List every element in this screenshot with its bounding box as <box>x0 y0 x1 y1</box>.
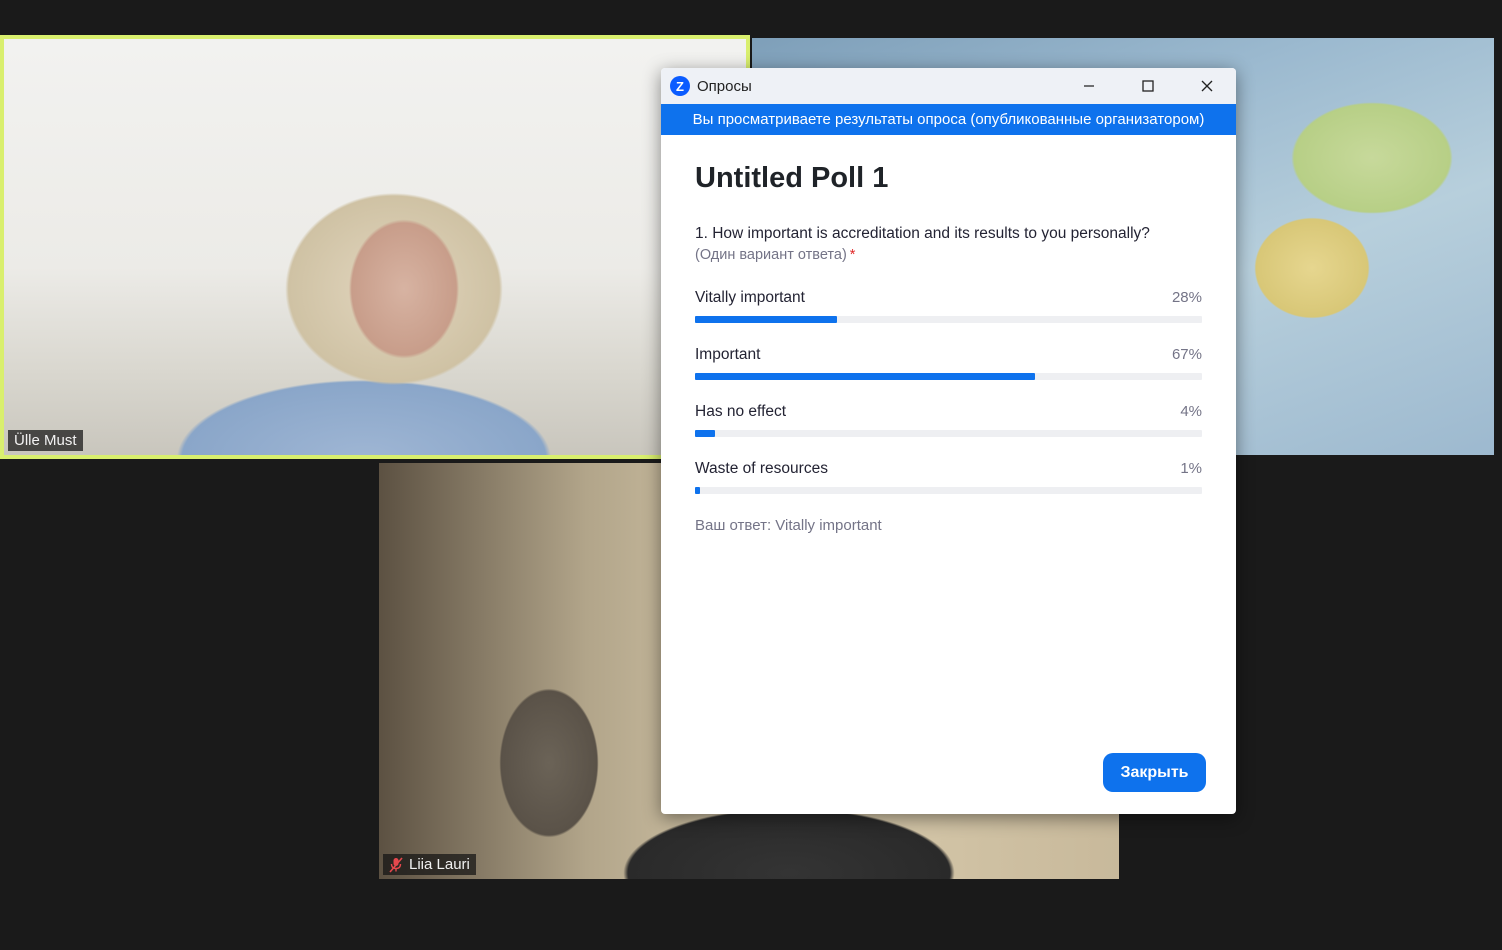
close-poll-button[interactable]: Закрыть <box>1103 753 1206 792</box>
option-label: Has no effect <box>695 403 787 420</box>
result-bar-fill <box>695 316 837 323</box>
result-bar-track <box>695 316 1202 323</box>
option-percent: 67% <box>1171 346 1202 363</box>
poll-content: Untitled Poll 1 1. How important is accr… <box>661 162 1236 534</box>
option-label: Important <box>695 346 761 363</box>
participant-name: Ülle Must <box>14 432 77 449</box>
mic-muted-icon <box>389 856 403 873</box>
close-window-button[interactable] <box>1177 68 1236 104</box>
option-label: Vitally important <box>695 289 805 306</box>
required-mark: * <box>849 247 856 263</box>
answer-type-text: (Один вариант ответа) <box>695 247 847 263</box>
minimize-icon <box>1083 85 1094 87</box>
participant-name-tag: Liia Lauri <box>383 854 476 875</box>
your-answer: Ваш ответ: Vitally important <box>695 517 882 534</box>
results-banner: Вы просматриваете результаты опроса (опу… <box>661 104 1236 135</box>
result-bar-track <box>695 487 1202 494</box>
poll-option: Has no effect 4% <box>695 403 1202 437</box>
result-bar-fill <box>695 373 1035 380</box>
poll-option: Vitally important 28% <box>695 289 1202 323</box>
poll-options: Vitally important 28% Important 67% Has … <box>695 289 1202 494</box>
option-percent: 28% <box>1171 289 1202 306</box>
poll-window: Z Опросы Вы просматриваете результаты оп… <box>661 68 1236 814</box>
window-titlebar[interactable]: Z Опросы <box>661 68 1236 104</box>
option-label: Waste of resources <box>695 460 828 477</box>
poll-question: 1. How important is accreditation and it… <box>695 225 1150 242</box>
result-bar-fill <box>695 487 701 494</box>
poll-option: Important 67% <box>695 346 1202 380</box>
result-bar-track <box>695 373 1202 380</box>
minimize-button[interactable] <box>1059 68 1118 104</box>
participant-name-tag: Ülle Must <box>8 430 83 451</box>
maximize-icon <box>1141 80 1154 92</box>
participant-name: Liia Lauri <box>409 856 470 873</box>
option-percent: 4% <box>1180 403 1202 420</box>
window-title: Опросы <box>697 77 752 95</box>
poll-title: Untitled Poll 1 <box>695 162 889 194</box>
option-percent: 1% <box>1180 460 1202 477</box>
maximize-button[interactable] <box>1118 68 1177 104</box>
result-bar-track <box>695 430 1202 437</box>
poll-option: Waste of resources 1% <box>695 460 1202 494</box>
answer-type-hint: (Один вариант ответа) * <box>695 247 1202 263</box>
zoom-logo-icon: Z <box>670 76 690 96</box>
result-bar-fill <box>695 430 716 437</box>
window-controls <box>1059 68 1236 104</box>
close-icon <box>1201 80 1212 92</box>
video-tile-ulle-must[interactable]: Ülle Must <box>0 35 750 459</box>
